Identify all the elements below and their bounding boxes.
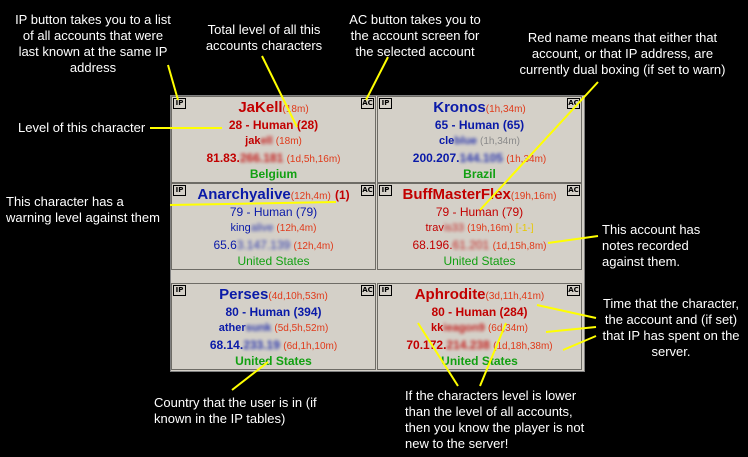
arrow-warning-level <box>169 201 337 206</box>
arrow-level-lower-1 <box>417 322 459 387</box>
annotation-arrows <box>150 55 599 391</box>
arrow-red-name <box>479 81 599 211</box>
arrow-time-2 <box>545 326 597 333</box>
arrow-notes <box>547 235 599 244</box>
arrow-total-level <box>261 55 298 128</box>
arrow-level-lower-2 <box>479 322 507 387</box>
arrow-ac-button <box>365 56 389 101</box>
arrow-ip-button <box>167 64 179 101</box>
arrow-country <box>231 361 269 391</box>
arrow-time-1 <box>536 304 597 319</box>
arrow-time-3 <box>562 335 597 351</box>
